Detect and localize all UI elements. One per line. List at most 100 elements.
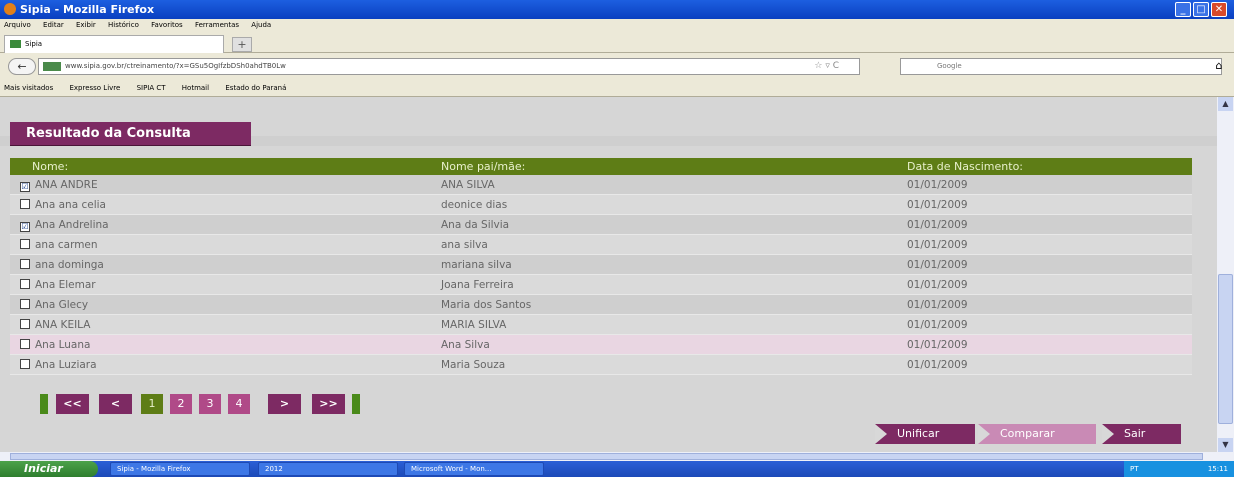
row-nome: Ana Elemar bbox=[35, 279, 96, 291]
row-name-cell: Ana ana celia bbox=[20, 195, 106, 215]
table-row[interactable]: Ana Luziara Maria Souza 01/01/2009 bbox=[10, 355, 1192, 375]
row-checkbox[interactable] bbox=[20, 279, 30, 289]
table-row[interactable]: Ana Glecy Maria dos Santos 01/01/2009 bbox=[10, 295, 1192, 315]
hscroll-thumb[interactable] bbox=[10, 453, 1203, 460]
row-pai-mae: Ana da Silvia bbox=[441, 219, 510, 231]
new-tab-button[interactable]: + bbox=[232, 37, 252, 52]
sair-button[interactable]: Sair bbox=[1102, 424, 1181, 444]
home-button[interactable]: ⌂ bbox=[1210, 58, 1228, 75]
row-name-cell: Ana Luana bbox=[20, 335, 90, 355]
bookmark-hotmail[interactable]: Hotmail bbox=[182, 84, 209, 92]
table-row[interactable]: ☑ Ana Andrelina Ana da Silvia 01/01/2009 bbox=[10, 215, 1192, 235]
maximize-button[interactable]: □ bbox=[1193, 2, 1209, 17]
row-checkbox[interactable]: ☑ bbox=[20, 182, 30, 192]
page-3-button[interactable]: 3 bbox=[199, 394, 221, 414]
row-nascimento: 01/01/2009 bbox=[907, 299, 968, 311]
last-page-button[interactable]: >> bbox=[312, 394, 345, 414]
table-row[interactable]: Ana Elemar Joana Ferreira 01/01/2009 bbox=[10, 275, 1192, 295]
menu-favoritos[interactable]: Favoritos bbox=[151, 21, 183, 29]
menu-bar: Arquivo Editar Exibir Histórico Favorito… bbox=[0, 19, 1234, 31]
bookmark-mais-visitados[interactable]: Mais visitados bbox=[4, 84, 53, 92]
horizontal-scrollbar[interactable] bbox=[0, 452, 1234, 461]
table-row[interactable]: ana dominga mariana silva 01/01/2009 bbox=[10, 255, 1192, 275]
page-1-button[interactable]: 1 bbox=[141, 394, 163, 414]
bookmark-expresso-livre[interactable]: Expresso Livre bbox=[69, 84, 120, 92]
bookmark-estado-parana[interactable]: Estado do Paraná bbox=[225, 84, 286, 92]
row-checkbox[interactable] bbox=[20, 239, 30, 249]
menu-arquivo[interactable]: Arquivo bbox=[4, 21, 31, 29]
row-nome: ana carmen bbox=[35, 239, 98, 251]
unificar-button[interactable]: Unificar bbox=[875, 424, 975, 444]
url-input[interactable]: www.sipia.gov.br/ctreinamento/?x=GSu5OgI… bbox=[38, 58, 860, 75]
row-nome: ana dominga bbox=[35, 259, 104, 271]
table-row[interactable]: ana carmen ana silva 01/01/2009 bbox=[10, 235, 1192, 255]
table-row[interactable]: ANA KEILA MARIA SILVA 01/01/2009 bbox=[10, 315, 1192, 335]
row-name-cell: ☑ ANA ANDRE bbox=[20, 175, 98, 195]
tray-clock: 15:11 bbox=[1207, 465, 1228, 473]
tab-label: Sipia bbox=[25, 40, 43, 48]
task-folder-2012[interactable]: 2012 bbox=[258, 462, 398, 476]
bookmark-sipia-ct[interactable]: SIPIA CT bbox=[137, 84, 166, 92]
table-row[interactable]: Ana Luana Ana Silva 01/01/2009 bbox=[10, 335, 1192, 355]
row-name-cell: Ana Elemar bbox=[20, 275, 96, 295]
row-checkbox[interactable] bbox=[20, 299, 30, 309]
vertical-scrollbar[interactable]: ▲ ▼ bbox=[1217, 97, 1234, 452]
row-nome: Ana Luana bbox=[35, 339, 91, 351]
prev-page-button[interactable]: < bbox=[99, 394, 132, 414]
row-checkbox[interactable] bbox=[20, 359, 30, 369]
row-pai-mae: Joana Ferreira bbox=[441, 279, 514, 291]
row-nascimento: 01/01/2009 bbox=[907, 359, 968, 371]
minimize-button[interactable]: _ bbox=[1175, 2, 1191, 17]
pagination-left-cap bbox=[40, 394, 48, 414]
row-nome: ANA KEILA bbox=[35, 319, 91, 331]
windows-taskbar: Iniciar Sipia - Mozilla Firefox 2012 Mic… bbox=[0, 461, 1234, 477]
col-pai-mae: Nome pai/mãe: bbox=[441, 160, 526, 173]
row-checkbox[interactable] bbox=[20, 339, 30, 349]
row-checkbox[interactable]: ☑ bbox=[20, 222, 30, 232]
task-firefox[interactable]: Sipia - Mozilla Firefox bbox=[110, 462, 250, 476]
close-button[interactable]: ✕ bbox=[1211, 2, 1227, 17]
scroll-thumb[interactable] bbox=[1218, 274, 1233, 424]
row-nascimento: 01/01/2009 bbox=[907, 259, 968, 271]
next-page-button[interactable]: > bbox=[268, 394, 301, 414]
row-nome: Ana ana celia bbox=[35, 199, 106, 211]
results-table: Nome: Nome pai/mãe: Data de Nascimento: … bbox=[10, 158, 1192, 375]
page-4-button[interactable]: 4 bbox=[228, 394, 250, 414]
scroll-down-icon[interactable]: ▼ bbox=[1218, 438, 1233, 452]
table-row[interactable]: ☑ ANA ANDRE ANA SILVA 01/01/2009 bbox=[10, 175, 1192, 195]
row-pai-mae: ANA SILVA bbox=[441, 179, 495, 191]
start-button[interactable]: Iniciar bbox=[0, 461, 98, 477]
row-checkbox[interactable] bbox=[20, 319, 30, 329]
row-checkbox[interactable] bbox=[20, 259, 30, 269]
row-nascimento: 01/01/2009 bbox=[907, 219, 968, 231]
col-nome: Nome: bbox=[32, 160, 69, 173]
back-button[interactable]: ← bbox=[8, 58, 36, 75]
menu-ajuda[interactable]: Ajuda bbox=[251, 21, 271, 29]
search-input[interactable]: Google bbox=[900, 58, 1222, 75]
arrow-icon bbox=[978, 424, 990, 444]
table-row[interactable]: Ana ana celia deonice dias 01/01/2009 bbox=[10, 195, 1192, 215]
row-pai-mae: Maria Souza bbox=[441, 359, 506, 371]
menu-editar[interactable]: Editar bbox=[43, 21, 64, 29]
menu-historico[interactable]: Histórico bbox=[108, 21, 139, 29]
menu-exibir[interactable]: Exibir bbox=[76, 21, 96, 29]
row-pai-mae: deonice dias bbox=[441, 199, 508, 211]
bookmark-star-icon[interactable]: ☆ ▿ C bbox=[814, 59, 839, 74]
row-nascimento: 01/01/2009 bbox=[907, 319, 968, 331]
window-title-bar: Sipia - Mozilla Firefox _ □ ✕ bbox=[0, 0, 1234, 19]
menu-ferramentas[interactable]: Ferramentas bbox=[195, 21, 239, 29]
tray-language[interactable]: PT bbox=[1130, 465, 1139, 473]
row-nome: ANA ANDRE bbox=[35, 179, 98, 191]
site-identity-icon bbox=[43, 62, 61, 71]
section-title: Resultado da Consulta bbox=[10, 122, 251, 146]
comparar-button[interactable]: Comparar bbox=[978, 424, 1096, 444]
page-2-button[interactable]: 2 bbox=[170, 394, 192, 414]
row-name-cell: ana dominga bbox=[20, 255, 104, 275]
first-page-button[interactable]: << bbox=[56, 394, 89, 414]
window-title: Sipia - Mozilla Firefox bbox=[20, 3, 155, 16]
scroll-up-icon[interactable]: ▲ bbox=[1218, 97, 1233, 111]
row-nome: Ana Luziara bbox=[35, 359, 97, 371]
task-word[interactable]: Microsoft Word - Mon... bbox=[404, 462, 544, 476]
row-checkbox[interactable] bbox=[20, 199, 30, 209]
tab-sipia[interactable]: Sipia bbox=[4, 35, 224, 53]
